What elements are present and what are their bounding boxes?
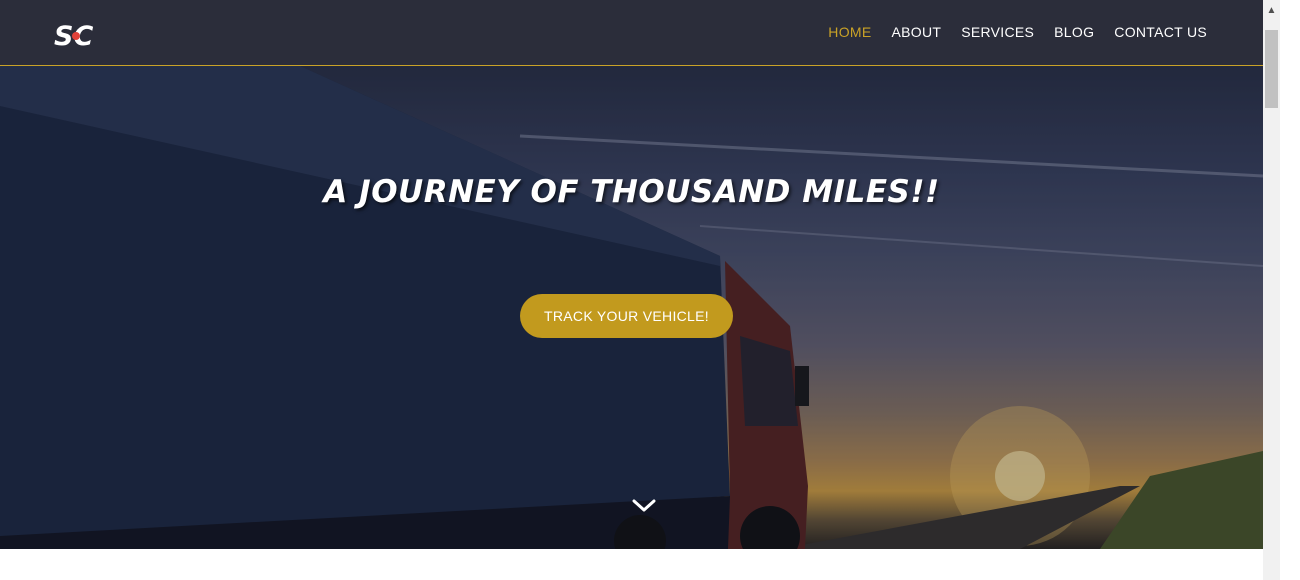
nav-contact-us[interactable]: CONTACT US [1114,24,1207,40]
hero-title: A JOURNEY OF THOUSAND MILES!! [323,174,940,210]
vertical-scrollbar[interactable]: ▲ [1263,0,1280,580]
site-header: SC HOME ABOUT SERVICES BLOG CONTACT US [0,0,1263,66]
window-edge [1280,0,1300,580]
sc-logo-icon[interactable]: SC [52,18,94,54]
nav-home[interactable]: HOME [828,24,871,40]
nav-about[interactable]: ABOUT [891,24,941,40]
nav-services[interactable]: SERVICES [961,24,1034,40]
track-vehicle-button[interactable]: TRACK YOUR VEHICLE! [520,294,733,338]
chevron-down-icon[interactable] [632,498,656,514]
scrollbar-thumb[interactable] [1265,30,1278,108]
main-nav: HOME ABOUT SERVICES BLOG CONTACT US [828,24,1207,40]
scroll-up-arrow-icon[interactable]: ▲ [1263,0,1280,20]
nav-blog[interactable]: BLOG [1054,24,1094,40]
hero-banner: A JOURNEY OF THOUSAND MILES!! TRACK YOUR… [0,66,1263,549]
page: SC HOME ABOUT SERVICES BLOG CONTACT US A… [0,0,1263,580]
